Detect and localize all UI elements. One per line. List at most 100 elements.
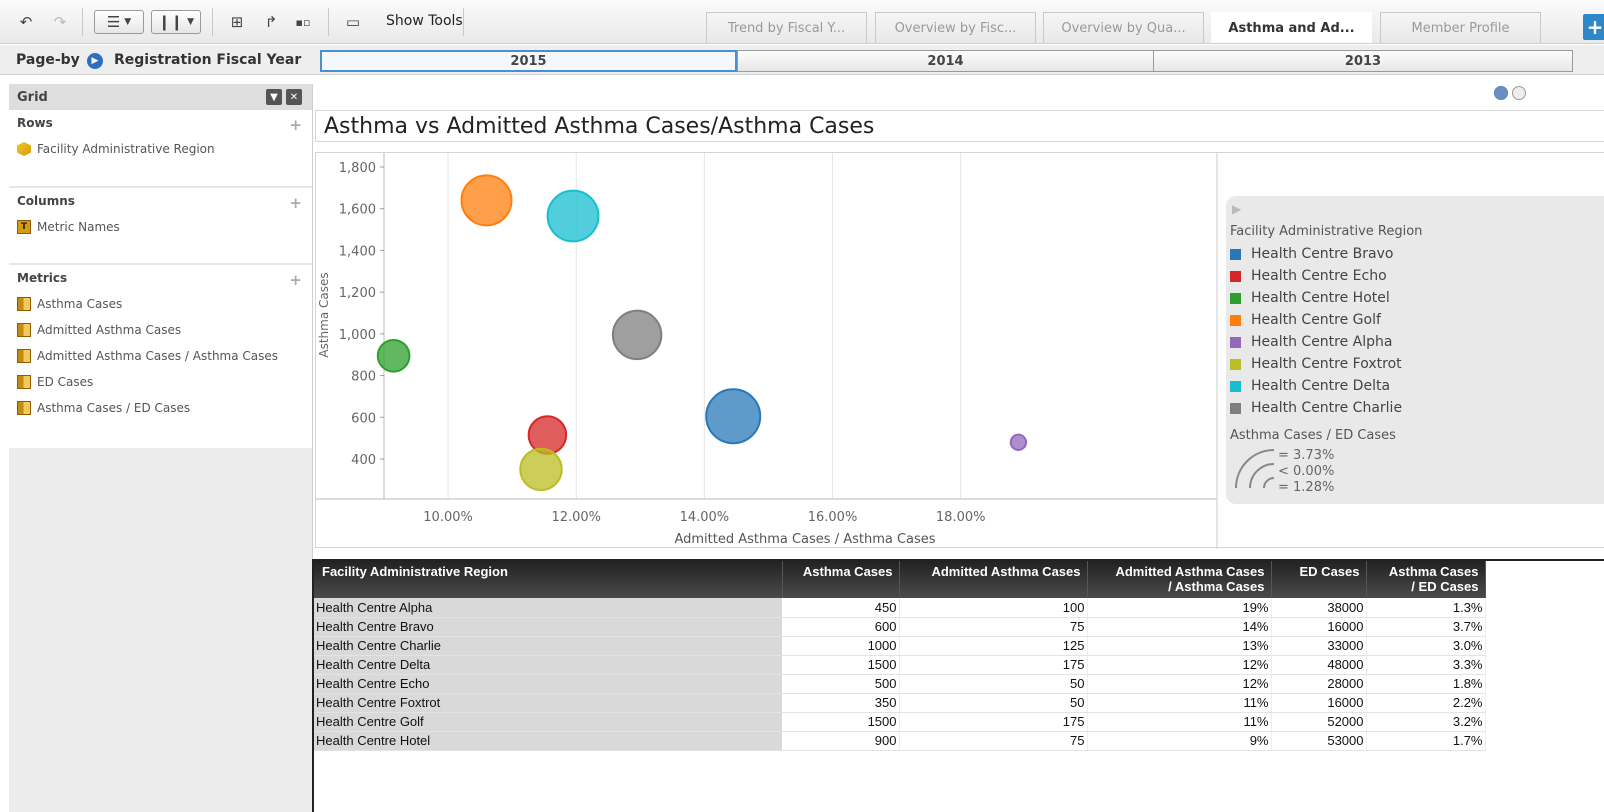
- grid-panel-title: Grid: [17, 89, 48, 105]
- tab-member-profile[interactable]: Member Profile: [1380, 12, 1541, 43]
- column-header[interactable]: Asthma Cases: [782, 561, 900, 598]
- column-header[interactable]: Asthma Cases / ED Cases: [1366, 561, 1486, 598]
- year-tab-2015[interactable]: 2015: [320, 50, 737, 72]
- year-tab-2014[interactable]: 2014: [737, 50, 1154, 72]
- tab-overview-by-quarter[interactable]: Overview by Qua...: [1043, 12, 1204, 43]
- table-cell: 13%: [1087, 636, 1272, 656]
- column-header[interactable]: Facility Administrative Region: [314, 561, 783, 598]
- legend-item[interactable]: Health Centre Delta: [1230, 376, 1390, 396]
- legend-item[interactable]: Health Centre Bravo: [1230, 244, 1393, 264]
- page-dot[interactable]: [1512, 86, 1526, 100]
- page-indicator: [1494, 86, 1530, 103]
- tab-asthma-and-admitted[interactable]: Asthma and Ad...: [1211, 12, 1372, 43]
- column-header[interactable]: ED Cases: [1271, 561, 1367, 598]
- bubble-health-centre-hotel[interactable]: [376, 338, 411, 373]
- size-legend-max: = 3.73%: [1278, 448, 1335, 463]
- legend-item[interactable]: Health Centre Alpha: [1230, 332, 1393, 352]
- column-header-label: ED Cases: [1299, 564, 1360, 579]
- metric-icon: [17, 323, 31, 337]
- page-dot-active[interactable]: [1494, 86, 1508, 100]
- close-icon[interactable]: ✕: [286, 89, 302, 105]
- row-header-cell: Health Centre Echo: [314, 674, 782, 694]
- year-tab-2013[interactable]: 2013: [1153, 50, 1573, 72]
- column-header-label: Admitted Asthma Cases: [1115, 564, 1265, 579]
- row-item[interactable]: Facility Administrative Region: [9, 136, 312, 162]
- bubble-health-centre-echo[interactable]: [527, 415, 568, 455]
- y-tick-label: 1,200: [339, 286, 376, 301]
- table-cell: 350: [782, 693, 900, 713]
- add-row-icon[interactable]: +: [289, 116, 302, 134]
- bubble-health-centre-foxtrot[interactable]: [519, 447, 563, 492]
- legend-swatch: [1230, 358, 1241, 370]
- add-tab-button[interactable]: +: [1583, 14, 1604, 40]
- add-column-icon[interactable]: +: [289, 194, 302, 212]
- row-header-cell: Health Centre Delta: [314, 655, 782, 675]
- show-tools-button[interactable]: Show Tools: [386, 13, 463, 29]
- tab-trend-by-fiscal-year[interactable]: Trend by Fiscal Y...: [706, 12, 867, 43]
- column-item[interactable]: T Metric Names: [9, 214, 312, 240]
- table-cell: 48000: [1271, 655, 1367, 675]
- undo-icon[interactable]: ↶: [14, 10, 38, 34]
- legend-item[interactable]: Health Centre Echo: [1230, 266, 1387, 286]
- legend-title: Facility Administrative Region: [1230, 224, 1423, 239]
- legend-item[interactable]: Health Centre Hotel: [1230, 288, 1390, 308]
- column-item-label: Metric Names: [37, 220, 120, 234]
- metric-item[interactable]: Admitted Asthma Cases / Asthma Cases: [9, 343, 312, 369]
- remove-column-icon[interactable]: ⊞: [225, 10, 249, 34]
- legend-item-label: Health Centre Hotel: [1251, 290, 1390, 306]
- y-tick-label: 400: [351, 453, 376, 468]
- y-tick-label: 1,400: [339, 244, 376, 259]
- swap-icon[interactable]: ▪▫: [291, 10, 315, 34]
- play-icon[interactable]: ▶: [87, 53, 103, 69]
- bubble-health-centre-alpha[interactable]: [1009, 433, 1028, 451]
- metric-item-label: ED Cases: [37, 375, 94, 389]
- legend-expand-icon[interactable]: ▶: [1232, 202, 1241, 216]
- collapse-icon[interactable]: ▼: [266, 89, 282, 105]
- legend-item-label: Health Centre Bravo: [1251, 246, 1394, 262]
- table-cell: 900: [782, 731, 900, 751]
- metric-item[interactable]: Admitted Asthma Cases: [9, 317, 312, 343]
- chart-view-dropdown-icon[interactable]: ❙❙ ▼: [151, 10, 201, 34]
- bubble-health-centre-delta[interactable]: [546, 189, 600, 243]
- legend-item[interactable]: Health Centre Charlie: [1230, 398, 1402, 418]
- size-legend-icon: [1235, 449, 1275, 489]
- table-row: Health Centre Golf 1500 175 11% 52000 3.2%: [314, 712, 1486, 732]
- column-header[interactable]: Admitted Asthma Cases / Asthma Cases: [1087, 561, 1272, 598]
- row-header-cell: Health Centre Alpha: [314, 598, 782, 618]
- column-header[interactable]: Admitted Asthma Cases: [899, 561, 1088, 598]
- bubble-health-centre-bravo[interactable]: [705, 388, 762, 445]
- metric-item[interactable]: ED Cases: [9, 369, 312, 395]
- table-cell: 3.0%: [1366, 636, 1486, 656]
- grid-view-dropdown-icon[interactable]: ☰ ▼: [94, 10, 144, 34]
- table-cell: 1500: [782, 712, 900, 732]
- metric-item[interactable]: Asthma Cases: [9, 291, 312, 317]
- table-cell: 28000: [1271, 674, 1367, 694]
- table-cell: 1.8%: [1366, 674, 1486, 694]
- chart-title: Asthma vs Admitted Asthma Cases/Asthma C…: [324, 114, 875, 139]
- x-tick-label: 14.00%: [680, 510, 730, 525]
- size-legend-title: Asthma Cases / ED Cases: [1230, 428, 1396, 443]
- redo-icon[interactable]: ↷: [48, 10, 72, 34]
- legend-item[interactable]: Health Centre Foxtrot: [1230, 354, 1402, 374]
- legend-swatch: [1230, 292, 1241, 304]
- table-cell: 3.3%: [1366, 655, 1486, 675]
- legend-swatch: [1230, 380, 1241, 392]
- metric-item-label: Admitted Asthma Cases: [37, 323, 182, 337]
- metric-item-label: Admitted Asthma Cases / Asthma Cases: [37, 349, 279, 363]
- y-axis-label: Asthma Cases: [317, 272, 331, 357]
- legend-item[interactable]: Health Centre Golf: [1230, 310, 1381, 330]
- legend-item-label: Health Centre Charlie: [1251, 400, 1403, 416]
- add-metric-icon[interactable]: +: [289, 271, 302, 289]
- table-cell: 16000: [1271, 693, 1367, 713]
- metric-item[interactable]: Asthma Cases / ED Cases: [9, 395, 312, 421]
- table-cell: 9%: [1087, 731, 1272, 751]
- bubble-health-centre-charlie[interactable]: [611, 309, 663, 361]
- metric-item-label: Asthma Cases / ED Cases: [37, 401, 191, 415]
- bubble-health-centre-golf[interactable]: [460, 174, 513, 227]
- tab-overview-by-fiscal[interactable]: Overview by Fisc...: [875, 12, 1036, 43]
- monitor-icon[interactable]: ▭: [340, 10, 366, 34]
- row-header-cell: Health Centre Charlie: [314, 636, 782, 656]
- pivot-icon[interactable]: ↱: [259, 10, 283, 34]
- table-cell: 14%: [1087, 617, 1272, 637]
- y-tick-label: 800: [351, 370, 376, 385]
